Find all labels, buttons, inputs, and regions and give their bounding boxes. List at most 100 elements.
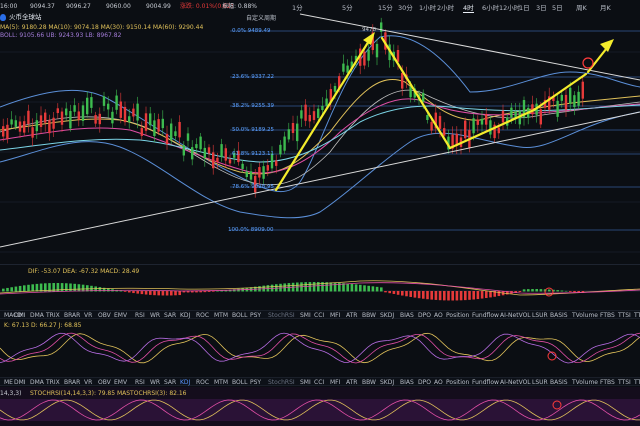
tab-1d[interactable]: 1日 — [519, 2, 530, 12]
tab-week[interactable]: 周K — [576, 2, 587, 12]
indicator-tab-fundflow[interactable]: Fundflow — [472, 378, 499, 387]
indicator-tab-dma[interactable]: DMA — [30, 378, 44, 387]
indicator-tab-mtm[interactable]: MTM — [214, 378, 228, 387]
candle-body — [333, 85, 337, 92]
macd-bar — [480, 291, 484, 299]
indicator-tab-vr[interactable]: VR — [84, 378, 92, 387]
macd-bar — [527, 289, 530, 292]
indicator-tab-psy[interactable]: PSY — [250, 311, 261, 320]
indicator-tab-skdj[interactable]: SKDJ — [380, 378, 394, 387]
candle-body — [283, 136, 286, 151]
tab-15min[interactable]: 15分 — [378, 2, 393, 12]
indicator-tab-mtm[interactable]: MTM — [214, 311, 228, 320]
tab-12h[interactable]: 12小时 — [499, 2, 520, 12]
macd-bar — [312, 282, 316, 292]
indicator-tab-ttmu[interactable]: TTMU — [634, 378, 640, 387]
indicator-tab-dmi[interactable]: DMI — [14, 311, 26, 320]
indicator-tab-tvolume[interactable]: TVolume — [572, 311, 598, 320]
candle-body — [304, 104, 307, 121]
tab-30min[interactable]: 30分 — [398, 2, 413, 12]
indicator-tab-brar[interactable]: BRAR — [64, 378, 80, 387]
tab-6h[interactable]: 6小时 — [482, 2, 499, 12]
tab-1h[interactable]: 1小时 — [419, 2, 436, 12]
candle-body — [140, 128, 143, 136]
indicator-tab-basis[interactable]: BASIS — [550, 378, 568, 387]
indicator-tab-dmi[interactable]: DMI — [14, 378, 26, 387]
indicator-tab-position[interactable]: Position — [446, 378, 469, 387]
indicator-tab-bias[interactable]: BIAS — [400, 311, 414, 320]
indicator-tab-lsur[interactable]: LSUR — [532, 311, 548, 320]
tab-5min[interactable]: 5分 — [342, 2, 353, 12]
indicator-tab-psy[interactable]: PSY — [250, 378, 261, 387]
indicator-tab-tvolume[interactable]: TVolume — [572, 378, 598, 387]
macd-bar — [119, 290, 123, 292]
indicator-tab-ai-netvol[interactable]: AI-NetVOL — [500, 311, 531, 320]
indicator-tab-sar[interactable]: SAR — [164, 311, 176, 320]
candle-body — [539, 109, 542, 125]
indicator-tab-wr[interactable]: WR — [150, 378, 160, 387]
indicator-tab-sar[interactable]: SAR — [164, 378, 176, 387]
indicator-tab-rsi[interactable]: RSI — [135, 378, 145, 387]
indicator-tab-roc[interactable]: ROC — [196, 311, 209, 320]
indicator-tab-kdj[interactable]: KDJ — [180, 378, 190, 387]
macd-bar — [405, 291, 408, 297]
candle-body — [312, 111, 316, 120]
indicator-tab-ttmu[interactable]: TTMU — [634, 311, 640, 320]
indicator-tab-wr[interactable]: WR — [150, 311, 160, 320]
indicator-tab-dma[interactable]: DMA — [30, 311, 44, 320]
indicator-tab-dpo[interactable]: DPO — [418, 378, 431, 387]
indicator-tab-obv[interactable]: OBV — [98, 311, 111, 320]
indicator-tab-atr[interactable]: ATR — [346, 311, 357, 320]
indicator-tab-kdj[interactable]: KDJ — [180, 311, 190, 320]
indicator-tab-ao[interactable]: AO — [434, 378, 443, 387]
tab-3d[interactable]: 3日 — [536, 2, 547, 12]
indicator-tab-brar[interactable]: BRAR — [64, 311, 80, 320]
macd-bar — [485, 291, 488, 299]
indicator-tab-rsi[interactable]: RSI — [135, 311, 145, 320]
indicator-tab-stochrsi[interactable]: StochRSI — [268, 378, 295, 387]
indicator-tab-bbw[interactable]: BBW — [362, 311, 376, 320]
indicator-tab-basis[interactable]: BASIS — [550, 311, 568, 320]
indicator-tab-cci[interactable]: CCI — [314, 311, 324, 320]
indicator-tab-bias[interactable]: BIAS — [400, 378, 414, 387]
indicator-tab-me[interactable]: ME — [4, 378, 13, 387]
indicator-tab-stochrsi[interactable]: StochRSI — [268, 311, 295, 320]
indicator-tab-ttsi[interactable]: TTSI — [618, 311, 631, 320]
indicator-tab-roc[interactable]: ROC — [196, 378, 209, 387]
indicator-tab-ai-netvol[interactable]: AI-NetVOL — [500, 378, 531, 387]
indicator-tab-ftbs[interactable]: FTBS — [600, 378, 615, 387]
indicator-tab-mfi[interactable]: MFI — [330, 378, 340, 387]
indicator-tab-skdj[interactable]: SKDJ — [380, 311, 394, 320]
macd-bar — [153, 291, 156, 296]
candle-body — [472, 118, 475, 134]
indicator-tab-fundflow[interactable]: Fundflow — [472, 311, 499, 320]
candle-body — [170, 123, 173, 140]
indicator-tab-ttsi[interactable]: TTSI — [618, 378, 631, 387]
indicator-tab-bbw[interactable]: BBW — [362, 378, 376, 387]
indicator-tab-boll[interactable]: BOLL — [232, 378, 247, 387]
indicator-tab-smi[interactable]: SMI — [300, 311, 311, 320]
indicator-tab-dpo[interactable]: DPO — [418, 311, 431, 320]
indicator-tab-cci[interactable]: CCI — [314, 378, 324, 387]
indicator-tab-trix[interactable]: TRIX — [46, 378, 60, 387]
indicator-tab-obv[interactable]: OBV — [98, 378, 111, 387]
tab-2h[interactable]: 2小时 — [437, 2, 454, 12]
indicator-tab-lsur[interactable]: LSUR — [532, 378, 548, 387]
tab-1min[interactable]: 1分 — [292, 2, 303, 12]
indicator-tab-emv[interactable]: EMV — [114, 378, 127, 387]
indicator-tab-smi[interactable]: SMI — [300, 378, 311, 387]
indicator-tab-atr[interactable]: ATR — [346, 378, 357, 387]
indicator-tab-ftbs[interactable]: FTBS — [600, 311, 615, 320]
macd-bar — [569, 291, 572, 292]
indicator-tab-mfi[interactable]: MFI — [330, 311, 340, 320]
indicator-tab-vr[interactable]: VR — [84, 311, 92, 320]
indicator-tab-trix[interactable]: TRIX — [46, 311, 60, 320]
indicator-tab-emv[interactable]: EMV — [114, 311, 127, 320]
macd-bar — [455, 291, 459, 301]
indicator-tab-position[interactable]: Position — [446, 311, 469, 320]
candlestick-chart[interactable] — [0, 12, 640, 262]
tab-month[interactable]: 月K — [600, 2, 611, 12]
tab-5d[interactable]: 5日 — [552, 2, 563, 12]
indicator-tab-ao[interactable]: AO — [434, 311, 443, 320]
indicator-tab-boll[interactable]: BOLL — [232, 311, 247, 320]
